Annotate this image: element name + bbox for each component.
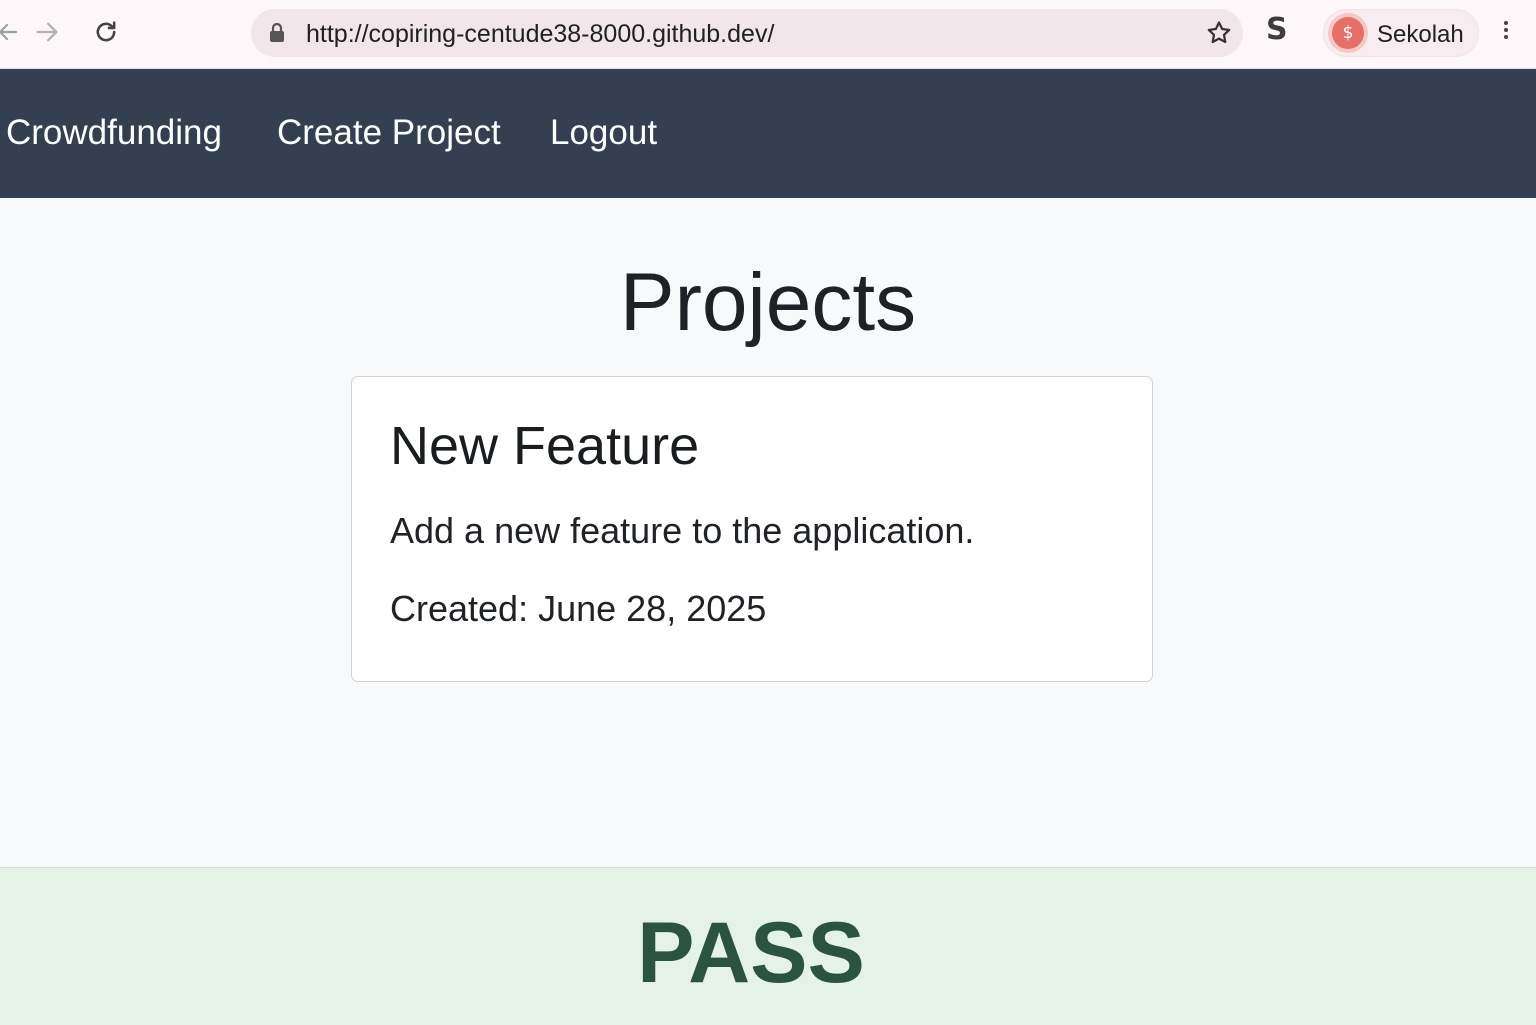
back-icon[interactable] — [0, 14, 26, 50]
avatar: $ — [1332, 17, 1364, 49]
bookmark-star-icon[interactable] — [1205, 19, 1233, 52]
lock-icon[interactable] — [267, 21, 287, 50]
forward-icon[interactable] — [29, 14, 65, 50]
profile-button[interactable]: $ Sekolah — [1323, 9, 1479, 57]
result-banner: PASS — [0, 867, 1536, 1025]
app-navbar: Crowdfunding Create Project Logout — [0, 69, 1536, 198]
browser-toolbar: http://copiring-centude38-8000.github.de… — [0, 0, 1536, 69]
nav-logout-link[interactable]: Logout — [550, 113, 657, 153]
project-title: New Feature — [390, 416, 700, 476]
project-created-date: Created: June 28, 2025 — [390, 588, 767, 629]
page-title: Projects — [619, 257, 917, 348]
result-label: PASS — [637, 905, 865, 1001]
url-text[interactable]: http://copiring-centude38-8000.github.de… — [306, 20, 774, 49]
extension-icon[interactable]: S — [1266, 12, 1288, 47]
profile-name: Sekolah — [1377, 21, 1464, 48]
project-card: New Feature Add a new feature to the app… — [351, 376, 1153, 682]
reload-icon[interactable] — [88, 14, 124, 50]
nav-create-project-link[interactable]: Create Project — [277, 113, 501, 153]
menu-icon[interactable] — [1496, 18, 1516, 48]
project-description: Add a new feature to the application. — [390, 510, 975, 551]
address-bar[interactable]: http://copiring-centude38-8000.github.de… — [251, 9, 1243, 57]
nav-brand-link[interactable]: Crowdfunding — [6, 113, 222, 153]
